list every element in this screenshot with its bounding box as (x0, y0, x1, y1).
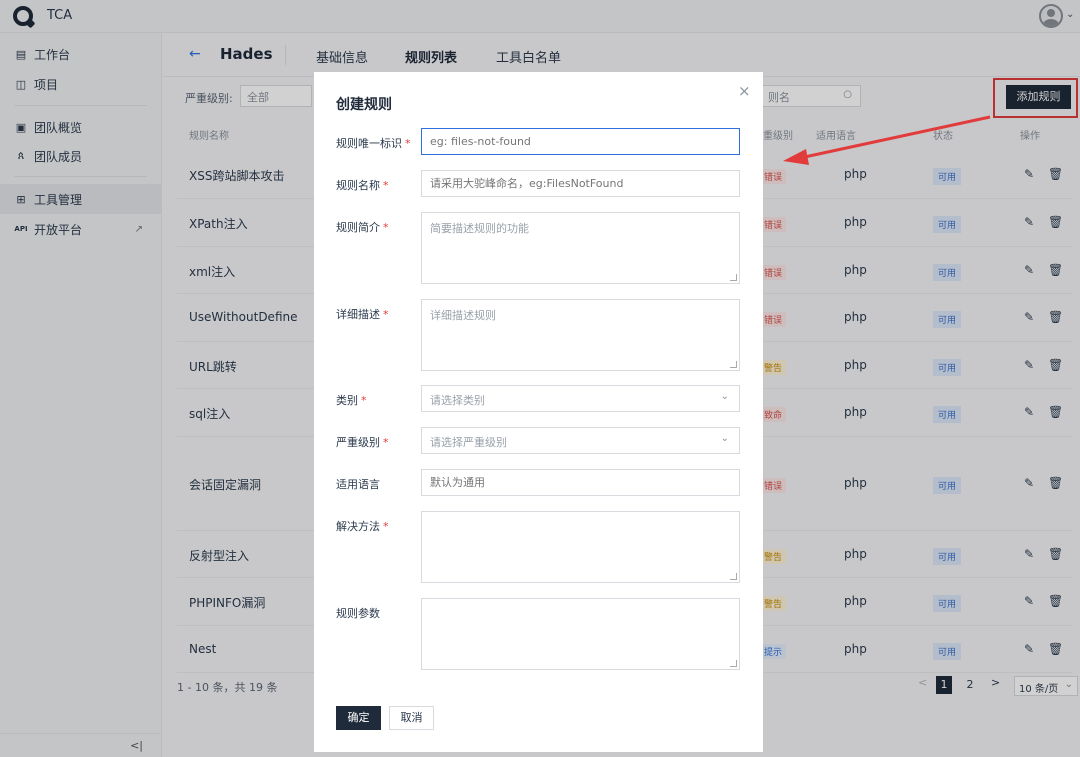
category-placeholder: 请选择类别 (430, 394, 485, 407)
rule-params-textarea[interactable] (421, 598, 740, 670)
chevron-down-icon: ⌄ (720, 391, 729, 402)
category-label: 类别 * (336, 394, 367, 407)
rule-description-label: 详细描述 * (336, 308, 389, 321)
rule-id-input[interactable] (421, 128, 740, 155)
dialog-title: 创建规则 (336, 97, 392, 113)
solution-label: 解决方法 * (336, 520, 389, 533)
chevron-down-icon: ⌄ (720, 433, 729, 444)
rule-params-label: 规则参数 (336, 607, 380, 620)
rule-summary-label: 规则简介 * (336, 221, 389, 234)
rule-summary-textarea[interactable]: 简要描述规则的功能 (421, 212, 740, 284)
rule-description-textarea[interactable]: 详细描述规则 (421, 299, 740, 371)
language-input[interactable] (421, 469, 740, 496)
rule-description-placeholder: 详细描述规则 (430, 309, 496, 322)
severity-placeholder: 请选择严重级别 (430, 436, 507, 449)
rule-id-label: 规则唯一标识 * (336, 137, 411, 150)
language-label: 适用语言 (336, 478, 380, 491)
create-rule-dialog: × 创建规则 规则唯一标识* 规则名称* 规则简介* 简要描述规则的功能 详细描… (314, 72, 763, 752)
close-icon[interactable]: × (738, 82, 751, 100)
rule-name-label: 规则名称 * (336, 179, 389, 192)
rule-summary-placeholder: 简要描述规则的功能 (430, 222, 529, 235)
severity-label: 严重级别 * (336, 436, 389, 449)
severity-select[interactable]: 请选择严重级别 ⌄ (421, 427, 740, 454)
cancel-button[interactable]: 取消 (389, 706, 434, 730)
rule-name-input[interactable] (421, 170, 740, 197)
category-select[interactable]: 请选择类别 ⌄ (421, 385, 740, 412)
confirm-button[interactable]: 确定 (336, 706, 381, 730)
solution-textarea[interactable] (421, 511, 740, 583)
